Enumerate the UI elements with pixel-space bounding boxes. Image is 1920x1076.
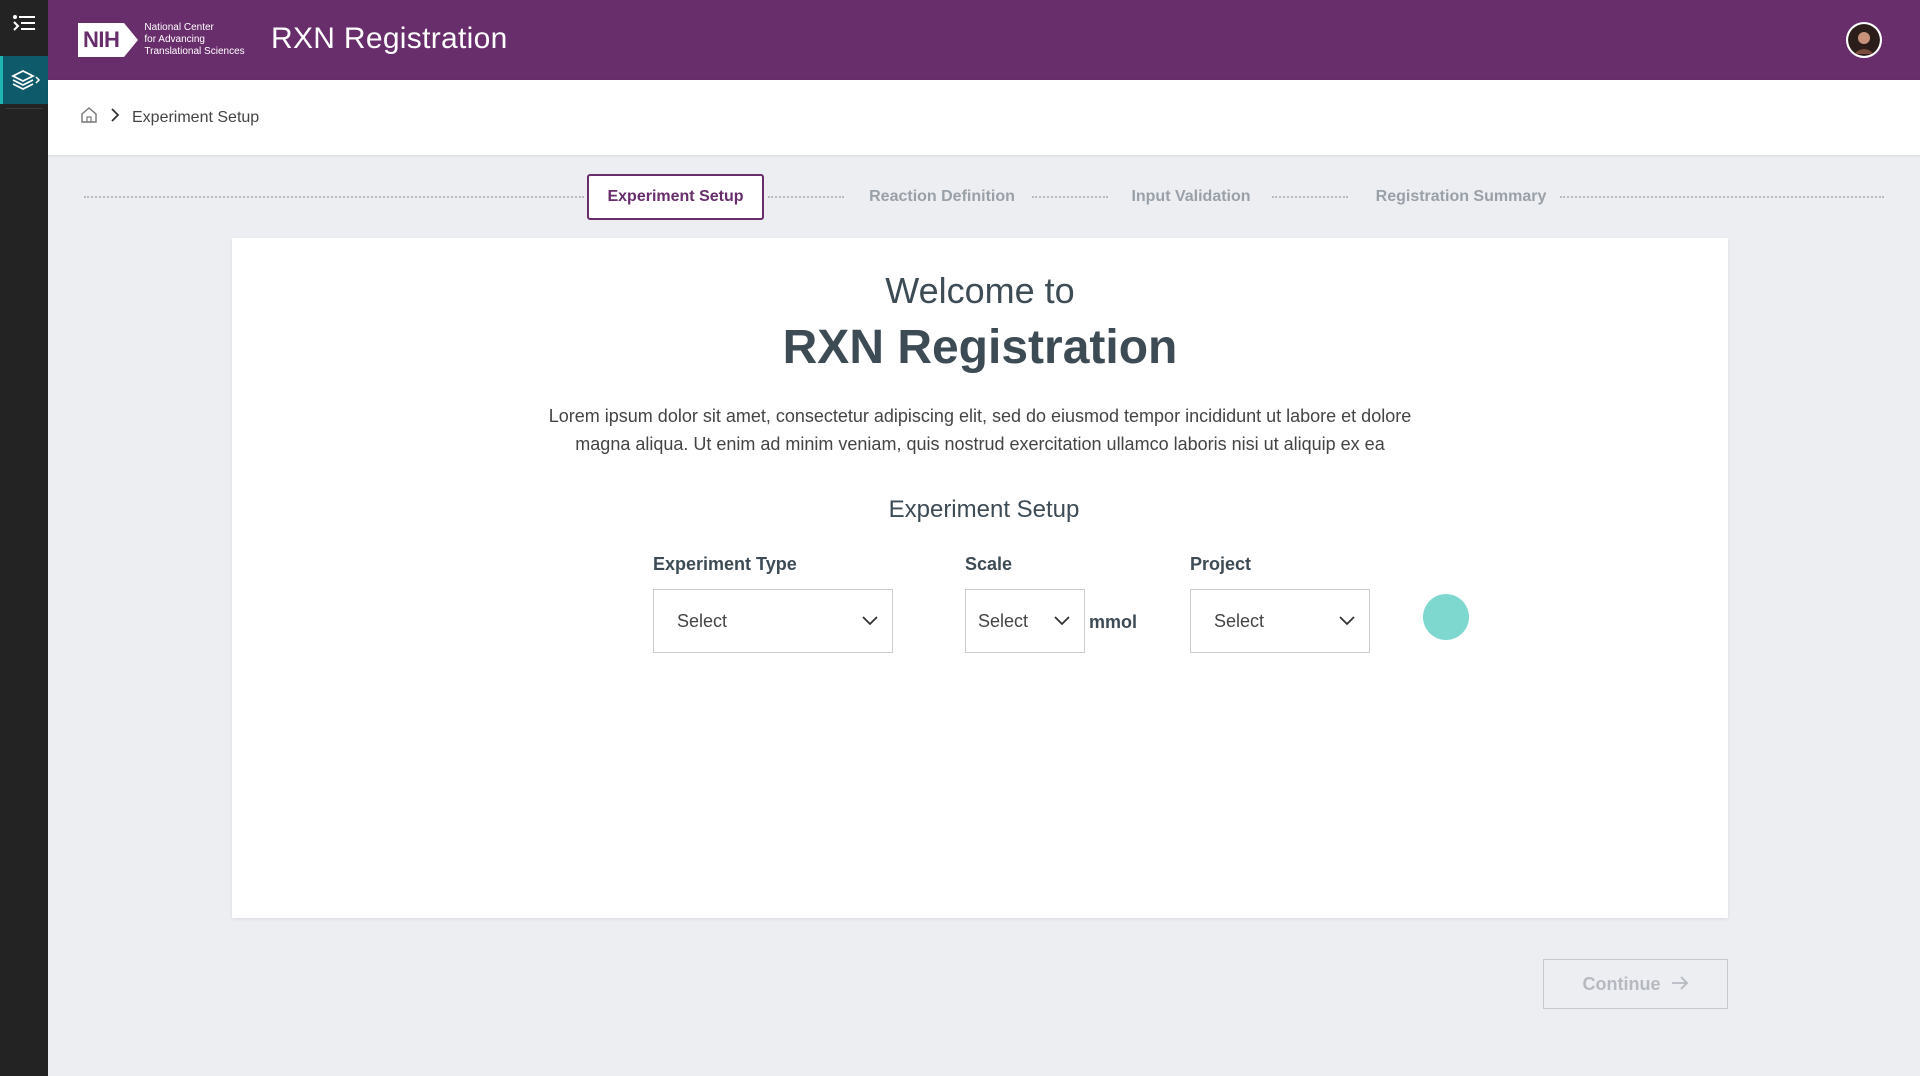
experiment-type-value: Select xyxy=(677,610,728,631)
org-name: National Center for Advancing Translatio… xyxy=(144,22,244,58)
page-title: RXN Registration xyxy=(782,321,1178,374)
step-input-validation[interactable]: Input Validation xyxy=(1126,174,1256,220)
setup-card: Welcome to RXN Registration Lorem ipsum … xyxy=(232,238,1728,918)
stepper-dots xyxy=(1560,196,1884,198)
section-title: Experiment Setup xyxy=(888,496,1080,523)
stepper-dots xyxy=(84,196,584,198)
step-reaction-definition[interactable]: Reaction Definition xyxy=(862,174,1022,220)
chevron-right-icon xyxy=(110,108,120,127)
description-line: magna aliqua. Ut enim ad minim veniam, q… xyxy=(575,434,1385,454)
breadcrumb-current: Experiment Setup xyxy=(132,108,260,126)
loading-indicator xyxy=(1423,594,1469,640)
chevron-down-icon xyxy=(862,616,878,626)
org-name-line: for Advancing xyxy=(144,34,205,45)
rail-divider xyxy=(6,108,42,109)
step-experiment-setup[interactable]: Experiment Setup xyxy=(587,174,764,220)
welcome-description: Lorem ipsum dolor sit amet, consectetur … xyxy=(532,402,1428,458)
chevron-down-icon xyxy=(1054,616,1070,626)
scale-unit: mmol xyxy=(1089,612,1138,632)
continue-button[interactable]: Continue xyxy=(1543,959,1728,1009)
org-name-line: National Center xyxy=(144,22,214,33)
welcome-heading: Welcome to xyxy=(885,270,1075,311)
breadcrumb: Experiment Setup xyxy=(80,106,259,129)
progress-stepper: Experiment Setup Reaction Definition Inp… xyxy=(84,174,1884,220)
arrow-right-icon xyxy=(1671,974,1689,995)
app-header: NIH National Center for Advancing Transl… xyxy=(48,0,1920,80)
experiment-type-label: Experiment Type xyxy=(653,554,797,574)
layers-icon[interactable] xyxy=(0,56,48,104)
experiment-type-select[interactable]: Select xyxy=(653,589,893,653)
org-name-line: Translational Sciences xyxy=(144,46,245,57)
project-value: Select xyxy=(1214,610,1265,631)
chevron-down-icon xyxy=(1339,616,1355,626)
app-title: RXN Registration xyxy=(271,22,508,55)
scale-label: Scale xyxy=(965,554,1013,574)
breadcrumb-bar: Experiment Setup xyxy=(48,80,1920,155)
nih-logo[interactable]: NIH National Center for Advancing Transl… xyxy=(78,22,245,58)
home-icon[interactable] xyxy=(80,106,98,129)
project-select[interactable]: Select xyxy=(1190,589,1370,653)
description-line: Lorem ipsum dolor sit amet, consectetur … xyxy=(548,406,1412,426)
scale-select[interactable]: Select xyxy=(965,589,1085,653)
project-label: Project xyxy=(1190,554,1252,574)
nih-logo-text: NIH xyxy=(78,23,125,57)
menu-list-icon[interactable] xyxy=(0,0,48,48)
avatar[interactable] xyxy=(1846,22,1882,58)
stepper-dots xyxy=(1032,196,1108,198)
stepper-dots xyxy=(1272,196,1348,198)
step-registration-summary[interactable]: Registration Summary xyxy=(1366,174,1556,220)
stepper-dots xyxy=(768,196,844,198)
left-rail xyxy=(0,0,48,1076)
scale-value: Select xyxy=(978,610,1029,631)
continue-label: Continue xyxy=(1582,973,1661,994)
nih-logo-arrow xyxy=(124,23,139,57)
